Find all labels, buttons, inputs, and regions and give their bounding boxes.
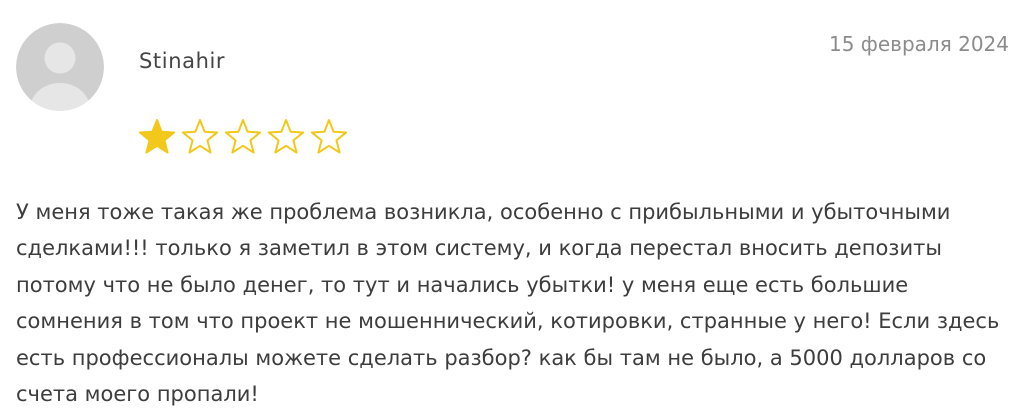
- review-date: 15 февраля 2024: [828, 32, 1009, 56]
- star-rating: [137, 117, 349, 157]
- review-author-name: Stinahir: [139, 49, 226, 73]
- star-empty-icon: [180, 117, 220, 157]
- avatar: [16, 23, 104, 111]
- star-empty-icon: [223, 117, 263, 157]
- star-empty-icon: [266, 117, 306, 157]
- default-user-avatar-icon: [16, 23, 104, 111]
- star-empty-icon: [309, 117, 349, 157]
- review-text: У меня тоже такая же проблема возникла, …: [16, 200, 1000, 407]
- star-filled-icon: [137, 117, 177, 157]
